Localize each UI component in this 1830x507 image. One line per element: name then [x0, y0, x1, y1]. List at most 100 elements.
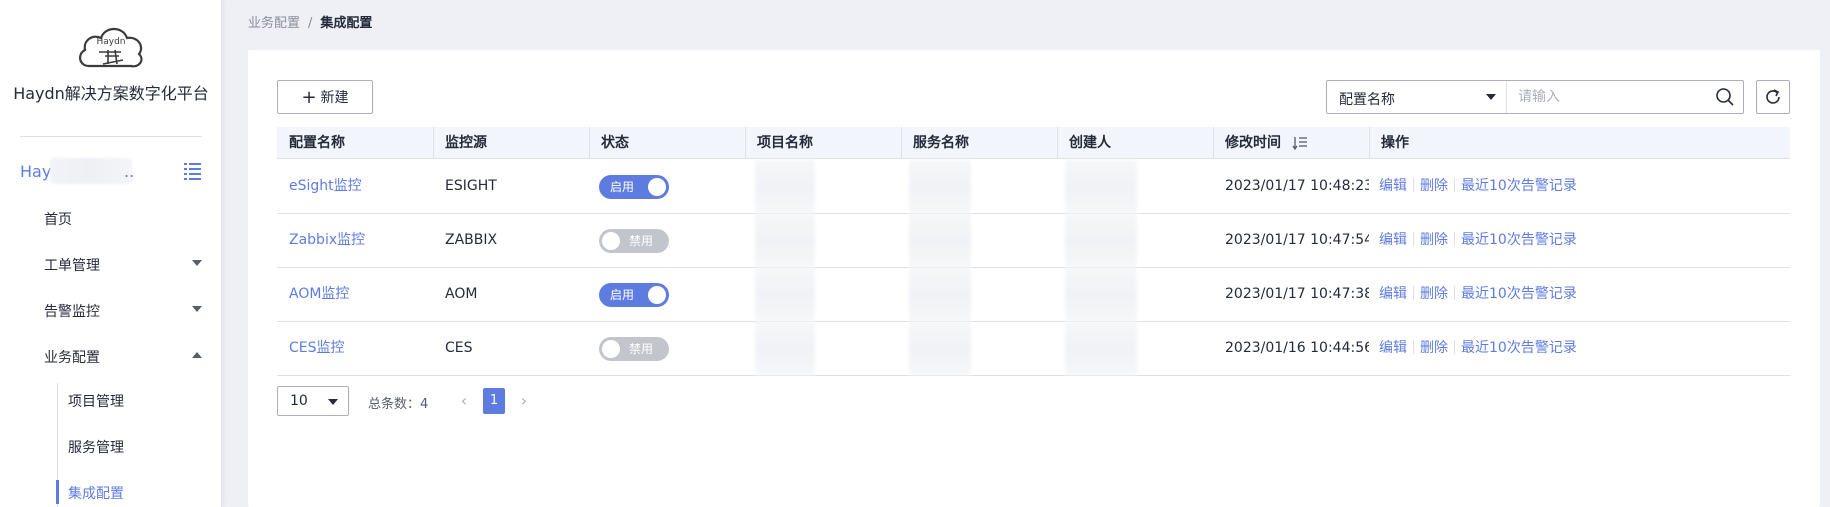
- column-header: 创建人: [1069, 135, 1111, 151]
- column-header-modified[interactable]: 修改时间: [1213, 127, 1369, 159]
- status-toggle[interactable]: 启用: [599, 283, 669, 307]
- sidebar-item-projects[interactable]: 项目管理: [58, 380, 222, 420]
- monitor-source: CES: [445, 340, 473, 356]
- table-header: 配置名称 监控源 状态 项目名称 服务名称 创建人 修改时间 操作: [277, 127, 1790, 159]
- table-row: Zabbix监控 ZABBIX 禁用 2023/01/17 10:47:54 .…: [277, 214, 1790, 268]
- breadcrumb: 业务配置 / 集成配置: [248, 12, 372, 31]
- refresh-icon: [1766, 89, 1780, 104]
- delete-link[interactable]: 删除: [1420, 232, 1448, 248]
- nav-item-label: 业务配置: [44, 350, 100, 366]
- list-menu-icon[interactable]: [182, 160, 204, 182]
- status-toggle[interactable]: 禁用: [599, 337, 669, 361]
- table-row: CES监控 CES 禁用 2023/01/16 10:44:56 ... 编辑删…: [277, 322, 1790, 376]
- new-button-label: 新建: [320, 89, 349, 106]
- svg-text:Haydn: Haydn: [96, 37, 125, 47]
- edit-link[interactable]: 编辑: [1379, 286, 1407, 302]
- sidebar: Haydn Haydn解决方案数字化平台 Hay .. 首页 工单管理 告警监控…: [0, 0, 222, 507]
- sort-icon[interactable]: [1292, 136, 1308, 150]
- page-number[interactable]: 1: [483, 388, 505, 414]
- chevron-down-icon: [1486, 94, 1496, 100]
- sidebar-item-integration[interactable]: 集成配置: [56, 472, 222, 507]
- column-header: 状态: [601, 135, 629, 151]
- nav-item-home[interactable]: 首页: [0, 198, 222, 238]
- column-header: 监控源: [445, 135, 487, 151]
- tenant-name: Hay: [20, 162, 52, 181]
- row-actions: 编辑 删除 最近10次告警记录: [1379, 214, 1577, 267]
- toggle-knob: [602, 340, 620, 358]
- delete-link[interactable]: 删除: [1420, 340, 1448, 356]
- project-name-redacted: [755, 160, 815, 213]
- delete-link[interactable]: 删除: [1420, 178, 1448, 194]
- nav-item-tickets[interactable]: 工单管理: [0, 244, 222, 284]
- config-name-link[interactable]: CES监控: [277, 322, 433, 375]
- modified-time: 2023/01/17 10:47:54 ...: [1225, 232, 1369, 248]
- alarm-history-link[interactable]: 最近10次告警记录: [1461, 232, 1577, 248]
- alarm-history-link[interactable]: 最近10次告警记录: [1461, 340, 1577, 356]
- creator-redacted: [1065, 268, 1137, 321]
- edit-link[interactable]: 编辑: [1379, 232, 1407, 248]
- tenant-selector[interactable]: Hay ..: [0, 156, 222, 188]
- config-name-link[interactable]: Zabbix监控: [277, 214, 433, 267]
- column-header: 配置名称: [289, 135, 345, 151]
- service-name-redacted: [909, 268, 971, 321]
- delete-link[interactable]: 删除: [1420, 286, 1448, 302]
- platform-name: Haydn解决方案数字化平台: [13, 84, 209, 103]
- project-name-redacted: [755, 322, 815, 375]
- breadcrumb-parent[interactable]: 业务配置: [248, 16, 300, 31]
- row-actions: 编辑 删除 最近10次告警记录: [1379, 160, 1577, 213]
- page-size-select[interactable]: 10: [277, 386, 349, 416]
- row-actions: 编辑 删除 最近10次告警记录: [1379, 268, 1577, 321]
- monitor-source: AOM: [445, 286, 478, 302]
- search-field-select[interactable]: 配置名称: [1327, 81, 1507, 113]
- nav-item-label: 告警监控: [44, 304, 100, 320]
- toggle-knob: [648, 286, 666, 304]
- column-header: 项目名称: [757, 135, 813, 151]
- alarm-history-link[interactable]: 最近10次告警记录: [1461, 286, 1577, 302]
- project-name-redacted: [755, 214, 815, 267]
- modified-time: 2023/01/17 10:47:38 ...: [1225, 286, 1369, 302]
- edit-link[interactable]: 编辑: [1379, 178, 1407, 194]
- modified-time: 2023/01/17 10:48:23 ...: [1225, 178, 1369, 194]
- nav-item-business-config[interactable]: 业务配置: [0, 336, 222, 376]
- config-name-link[interactable]: eSight监控: [277, 160, 433, 213]
- sidebar-item-services[interactable]: 服务管理: [58, 426, 222, 466]
- status-toggle[interactable]: 启用: [599, 175, 669, 199]
- column-header: 操作: [1381, 135, 1409, 151]
- search-group: 配置名称: [1326, 80, 1744, 114]
- row-actions: 编辑 删除 最近10次告警记录: [1379, 322, 1577, 375]
- status-toggle[interactable]: 禁用: [599, 229, 669, 253]
- toggle-label: 启用: [610, 180, 635, 194]
- total-count: 总条数：4: [368, 397, 429, 412]
- nav-item-label: 首页: [44, 212, 72, 228]
- search-icon[interactable]: [1715, 87, 1735, 107]
- creator-redacted: [1065, 322, 1137, 375]
- column-header-label: 修改时间: [1225, 135, 1281, 151]
- service-name-redacted: [909, 322, 971, 375]
- nav-item-alarms[interactable]: 告警监控: [0, 290, 222, 330]
- config-name-link[interactable]: AOM监控: [277, 268, 433, 321]
- page-size-value: 10: [290, 393, 308, 409]
- toggle-knob: [648, 178, 666, 196]
- nav-item-label: 工单管理: [44, 258, 100, 274]
- divider: [20, 136, 202, 137]
- refresh-button[interactable]: [1756, 80, 1790, 114]
- modified-time: 2023/01/16 10:44:56 ...: [1225, 340, 1369, 356]
- toggle-knob: [602, 232, 620, 250]
- toggle-label: 禁用: [629, 234, 654, 248]
- breadcrumb-separator: /: [308, 16, 313, 31]
- column-header: 服务名称: [913, 135, 969, 151]
- chevron-down-icon: [192, 260, 202, 266]
- tenant-name-redacted: [50, 158, 132, 184]
- active-indicator: [56, 480, 59, 504]
- alarm-history-link[interactable]: 最近10次告警记录: [1461, 178, 1577, 194]
- creator-redacted: [1065, 214, 1137, 267]
- chevron-right-icon[interactable]: ›: [516, 392, 532, 410]
- chevron-left-icon[interactable]: ‹: [456, 392, 472, 410]
- search-input[interactable]: [1508, 81, 1708, 113]
- new-button[interactable]: + 新建: [277, 80, 373, 114]
- sidebar-item-label: 项目管理: [68, 394, 124, 410]
- search-field-value: 配置名称: [1339, 92, 1395, 108]
- edit-link[interactable]: 编辑: [1379, 340, 1407, 356]
- sidebar-item-label: 集成配置: [68, 486, 124, 502]
- toggle-label: 禁用: [629, 342, 654, 356]
